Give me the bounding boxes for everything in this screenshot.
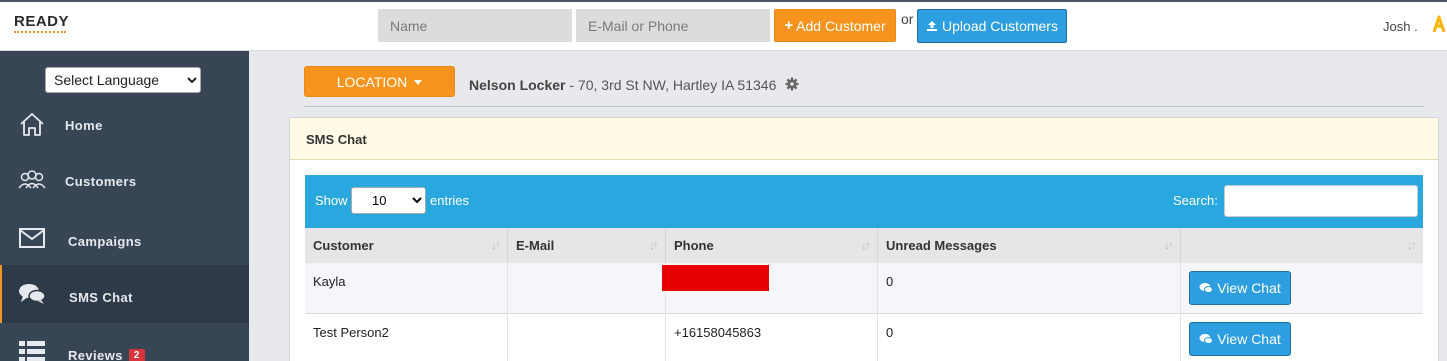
phone-cell: +16158045863 — [666, 314, 878, 361]
search-label: Search: — [1173, 193, 1218, 208]
gear-icon[interactable] — [785, 77, 799, 91]
location-info: Nelson Locker - 70, 3rd St NW, Hartley I… — [469, 77, 776, 93]
user-name[interactable]: Josh . — [1383, 19, 1418, 34]
caret-down-icon — [414, 80, 423, 85]
customer-cell: Test Person2 — [305, 314, 508, 361]
sidebar-item-customers[interactable]: Customers — [0, 163, 249, 197]
view-chat-button[interactable]: View Chat — [1189, 271, 1291, 305]
email-cell — [508, 263, 666, 314]
sort-icon: ↓↑ — [861, 238, 871, 252]
table-search-input[interactable] — [1224, 185, 1418, 217]
sort-icon: ↓↑ — [1407, 238, 1417, 252]
chat-icon — [1199, 334, 1214, 344]
reviews-label: Reviews — [68, 348, 123, 361]
sidebar-item-label: Home — [65, 118, 103, 133]
sidebar-item-campaigns[interactable]: Campaigns — [0, 221, 249, 259]
sidebar: Select Language Home Customers Campaigns… — [0, 51, 249, 361]
column-header-label: Customer — [313, 238, 374, 253]
home-icon — [17, 109, 47, 139]
entries-per-page-select[interactable]: 10 — [351, 187, 426, 214]
sidebar-item-home[interactable]: Home — [0, 107, 249, 141]
column-header-label: Phone — [674, 238, 714, 253]
brand-logo-underline — [14, 31, 66, 34]
language-select[interactable]: Select Language — [45, 67, 201, 93]
table-toolbar: Show 10 entries Search: — [305, 175, 1423, 228]
sort-icon: ↓↑ — [491, 238, 501, 252]
location-address: - 70, 3rd St NW, Hartley IA 51346 — [565, 77, 777, 93]
list-icon — [17, 337, 47, 361]
sidebar-item-label: SMS Chat — [69, 290, 133, 305]
sidebar-item-sms-chat[interactable]: SMS Chat — [0, 265, 249, 323]
entries-label: entries — [430, 193, 470, 208]
plus-icon: + — [784, 17, 794, 34]
sort-icon: ↓↑ — [1164, 238, 1174, 252]
customer-contact-input[interactable] — [576, 9, 770, 42]
users-icon — [17, 165, 47, 195]
location-name: Nelson Locker — [469, 77, 566, 93]
upload-customers-button[interactable]: Upload Customers — [917, 9, 1067, 43]
unread-cell: 0 — [878, 263, 1181, 314]
or-separator: or — [901, 11, 914, 27]
location-dropdown-button[interactable]: LOCATION — [304, 66, 455, 97]
top-bar: READY + Add Customer or Upload Customers… — [0, 0, 1447, 51]
upload-customers-label: Upload Customers — [942, 18, 1058, 34]
reviews-count-badge: 2 — [128, 349, 145, 361]
view-chat-label: View Chat — [1217, 280, 1281, 296]
redacted-phone — [662, 265, 769, 291]
location-divider — [304, 106, 1424, 107]
column-header-actions[interactable]: ↓↑ — [1181, 228, 1423, 263]
column-header-customer[interactable]: Customer ↓↑ — [305, 228, 508, 263]
user-menu-icon[interactable] — [1432, 14, 1447, 34]
envelope-icon — [17, 223, 47, 253]
column-header-label: Unread Messages — [886, 238, 997, 253]
unread-cell: 0 — [878, 314, 1181, 361]
sort-icon: ↓↑ — [649, 238, 659, 252]
show-label: Show — [315, 193, 348, 208]
email-cell — [508, 314, 666, 361]
column-header-label: E-Mail — [516, 238, 555, 253]
sidebar-item-label: Reviews 2 — [68, 348, 145, 361]
view-chat-label: View Chat — [1217, 331, 1281, 347]
chat-icon — [17, 279, 47, 309]
panel-title: SMS Chat — [290, 118, 1438, 160]
chat-icon — [1199, 283, 1214, 293]
add-customer-label: Add Customer — [796, 17, 886, 34]
customer-name-input[interactable] — [378, 9, 572, 42]
sidebar-item-label: Customers — [65, 174, 137, 189]
top-border — [0, 0, 1447, 2]
sidebar-item-reviews[interactable]: Reviews 2 — [0, 335, 249, 361]
view-chat-button[interactable]: View Chat — [1189, 322, 1291, 356]
brand-logo[interactable]: READY — [14, 13, 69, 30]
column-header-email[interactable]: E-Mail ↓↑ — [508, 228, 666, 263]
add-customer-button[interactable]: + Add Customer — [774, 9, 896, 42]
column-header-phone[interactable]: Phone ↓↑ — [666, 228, 878, 263]
customer-cell: Kayla — [305, 263, 508, 314]
upload-icon — [927, 21, 938, 31]
column-header-unread-messages[interactable]: Unread Messages ↓↑ — [878, 228, 1181, 263]
sidebar-item-label: Campaigns — [68, 234, 142, 249]
location-button-label: LOCATION — [336, 73, 408, 90]
